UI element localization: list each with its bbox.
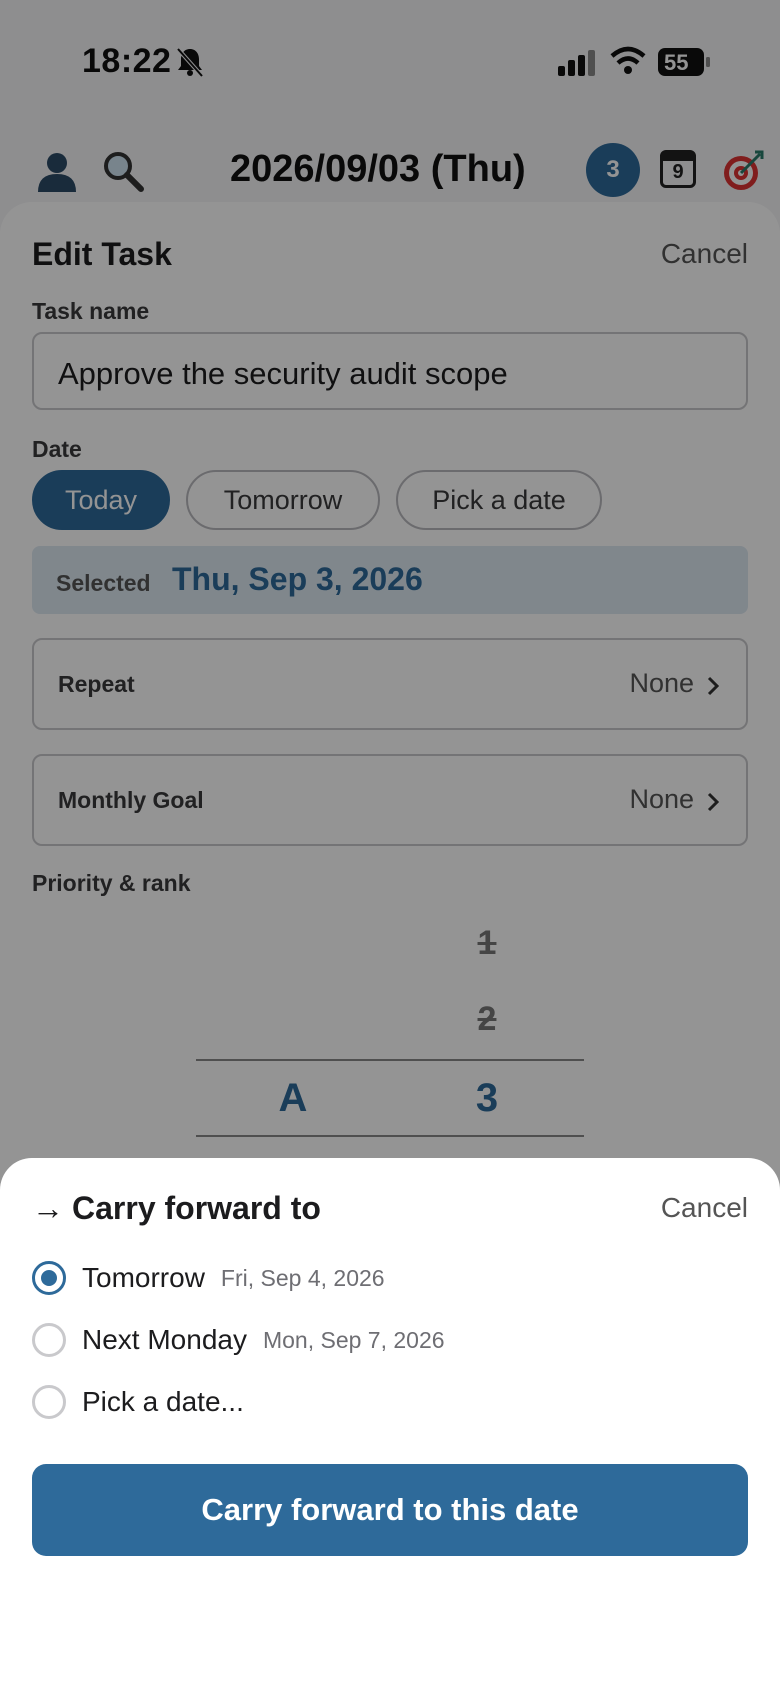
arrow-right-icon: → — [32, 1190, 64, 1226]
carry-forward-button[interactable]: Carry forward to this date — [32, 1464, 748, 1556]
radio-selected[interactable] — [32, 1261, 66, 1295]
radio-unselected[interactable] — [32, 1385, 66, 1419]
option-next-monday[interactable]: Next Monday Mon, Sep 7, 2026 — [32, 1320, 445, 1360]
option-pick-date[interactable]: Pick a date... — [32, 1382, 260, 1422]
option-date: Fri, Sep 4, 2026 — [220, 1264, 385, 1291]
carry-forward-sheet: → Carry forward to Cancel Tomorrow Fri, … — [0, 1158, 780, 1695]
option-date: Mon, Sep 7, 2026 — [262, 1326, 445, 1353]
carry-cancel-button[interactable]: Cancel — [661, 1192, 748, 1224]
radio-unselected[interactable] — [32, 1323, 66, 1357]
option-label: Pick a date... — [82, 1386, 244, 1417]
carry-forward-title-text: Carry forward to — [72, 1190, 321, 1226]
option-label: Tomorrow — [82, 1262, 205, 1293]
option-tomorrow[interactable]: Tomorrow Fri, Sep 4, 2026 — [32, 1258, 385, 1298]
carry-forward-title: → Carry forward to — [32, 1190, 321, 1227]
option-label: Next Monday — [82, 1324, 247, 1355]
